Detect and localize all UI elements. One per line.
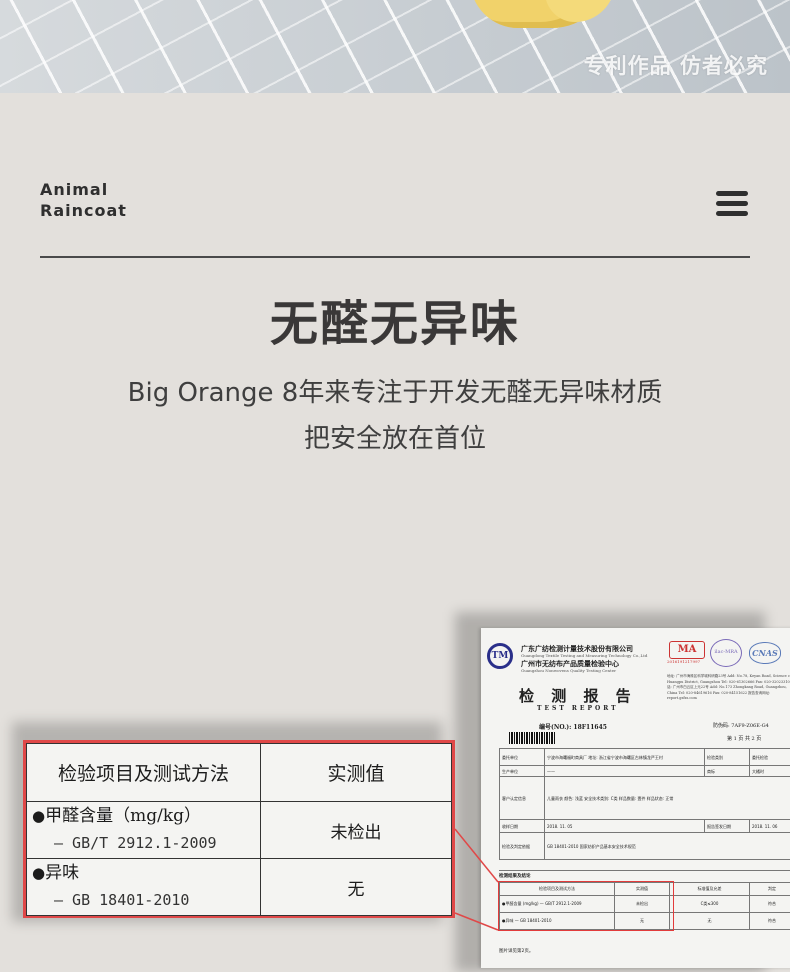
bullet-icon: ●: [32, 864, 45, 882]
ma-stamp-number: 2016191217997: [667, 659, 700, 664]
table-cell: 委托检验: [750, 749, 790, 766]
table-row: 收样日期 2018. 11. 05 报告签发日期 2018. 11. 06: [500, 820, 790, 833]
brand-line-2: Raincoat: [40, 200, 127, 221]
test-report-document: TM 广东广纺检测计量技术股份有限公司 Guangdong Textile Te…: [481, 628, 790, 968]
report-title: 检 测 报 告: [519, 685, 637, 706]
test-item-name: 甲醛含量（mg/kg）: [45, 806, 201, 826]
cnas-stamp-icon: CNAS: [749, 642, 781, 664]
table-cell: 委托单位: [500, 749, 545, 766]
measured-value: 未检出: [261, 802, 452, 859]
test-method: — GB/T 2912.1-2009: [32, 834, 217, 852]
bullet-icon: ●: [32, 807, 45, 825]
table-row: 检验项目及测试方法 实测值: [27, 744, 452, 802]
table-cell: 报告签发日期: [705, 820, 750, 833]
table-row: 检验及判定依据 GB 18401-2010 国家纺织产品基本安全技术规范: [500, 833, 790, 860]
report-footer-note: 图片详见第2页。: [499, 948, 533, 954]
table-cell: 检验类别: [705, 749, 750, 766]
header-divider: [40, 256, 750, 258]
menu-bar-bottom: [716, 211, 748, 216]
page-title: 无醛无异味: [0, 284, 790, 354]
report-info-table: 委托单位 宁波市海曙福町商具厂 地址: 浙江省宁波市海曙区古林镇龙严王村 检验类…: [499, 748, 790, 860]
measured-value: 无: [261, 859, 452, 916]
report-title-en: TEST REPORT: [537, 705, 619, 712]
report-org-en-2: Guangzhou Nonwovens Quality Testing Cent…: [521, 668, 616, 673]
lab-logo-icon: TM: [487, 643, 513, 669]
ma-stamp-icon: MA: [669, 641, 705, 659]
ilac-stamp-icon: ilac-MRA: [710, 639, 742, 667]
report-page-info: 第 1 页 共 2 页: [727, 735, 761, 742]
table-cell: 生产单位: [500, 766, 545, 777]
anti-fake-code: 防伪码: 7AF9-Z06E-G4: [713, 722, 769, 729]
subtitle-line-1: Big Orange 8年来专注于开发无醛无异味材质: [0, 372, 790, 409]
table-cell-item: ●甲醛含量（mg/kg） — GB/T 2912.1-2009: [27, 802, 261, 859]
brand-logo[interactable]: Animal Raincoat: [40, 179, 127, 221]
report-address: 地址: 广州市海珠区科学城科研路23号 Add: No.78, Keyan Ro…: [667, 674, 790, 702]
zoomed-results-table: 检验项目及测试方法 实测值 ●甲醛含量（mg/kg） — GB/T 2912.1…: [23, 740, 455, 918]
table-cell: 宁波市海曙福町商具厂 地址: 浙江省宁波市海曙区古林镇龙严王村: [545, 749, 705, 766]
table-cell: 大橘时: [750, 766, 790, 777]
table-row: 客户认定信息 儿童雨衣 颜色: 浅蓝 安全技术类别: C类 样品数量: 壹件 样…: [500, 777, 790, 820]
table-cell: 无: [670, 913, 750, 930]
table-header-value: 实测值: [261, 744, 452, 802]
report-highlight-box: [498, 881, 674, 931]
table-header: 判定: [750, 883, 790, 896]
brand-line-1: Animal: [40, 179, 127, 200]
barcode-icon: [509, 732, 555, 744]
table-cell: 收样日期: [500, 820, 545, 833]
menu-bar-middle: [716, 201, 748, 206]
table-cell-item: ●异味 — GB 18401-2010: [27, 859, 261, 916]
report-number: 编号(NO.): 18F11645: [539, 722, 607, 731]
table-cell: GB 18401-2010 国家纺织产品基本安全技术规范: [545, 833, 790, 860]
table-row: 生产单位 —— 商标 大橘时: [500, 766, 790, 777]
table-cell: 符合: [750, 896, 790, 913]
hero-photo-strip: 专利作品 仿者必究: [0, 0, 790, 93]
table-row: ●异味 — GB 18401-2010 无: [27, 859, 452, 916]
table-cell: 符合: [750, 913, 790, 930]
hamburger-menu-icon[interactable]: [716, 191, 750, 217]
test-method: — GB 18401-2010: [32, 891, 189, 909]
results-title: 检测结果及结论: [499, 870, 790, 879]
table-cell: C类≤300: [670, 896, 750, 913]
test-item-name: 异味: [45, 863, 79, 883]
table-header-item: 检验项目及测试方法: [27, 744, 261, 802]
report-org-en-1: Guangdong Textile Testing and Measuring …: [521, 653, 647, 658]
subtitle-line-2: 把安全放在首位: [0, 418, 790, 455]
menu-bar-top: [716, 191, 748, 196]
table-cell: 客户认定信息: [500, 777, 545, 820]
table-cell: 商标: [705, 766, 750, 777]
table-cell: 检验及判定依据: [500, 833, 545, 860]
table-cell: ——: [545, 766, 705, 777]
table-cell: 2018. 11. 06: [750, 820, 790, 833]
watermark-text: 专利作品 仿者必究: [584, 50, 768, 80]
table-cell: 2018. 11. 05: [545, 820, 705, 833]
table-row: ●甲醛含量（mg/kg） — GB/T 2912.1-2009 未检出: [27, 802, 452, 859]
table-row: 委托单位 宁波市海曙福町商具厂 地址: 浙江省宁波市海曙区古林镇龙严王村 检验类…: [500, 749, 790, 766]
table-cell: 儿童雨衣 颜色: 浅蓝 安全技术类别: C类 样品数量: 壹件 样品状态: 正常: [545, 777, 790, 820]
table-header: 标准值及允差: [670, 883, 750, 896]
